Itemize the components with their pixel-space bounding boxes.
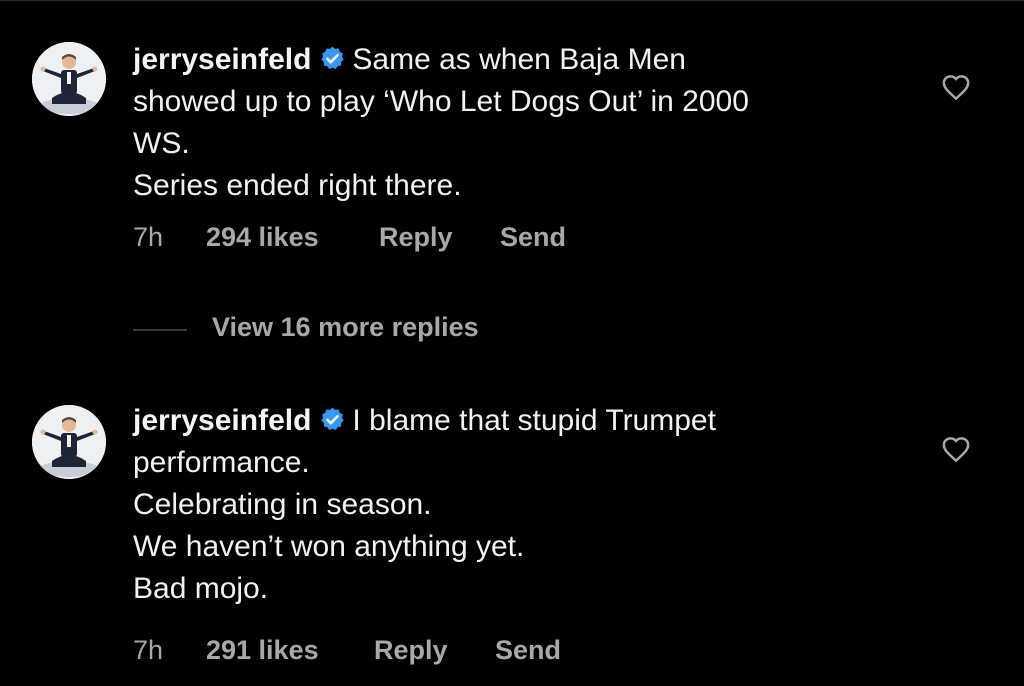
username[interactable]: jerryseinfeld (133, 404, 311, 437)
comment-text-line: I blame that stupid Trumpet (352, 404, 716, 437)
comment-text-line: WS. (133, 127, 190, 160)
comment-text-line: Same as when Baja Men (352, 43, 686, 76)
comment-text-line: We haven’t won anything yet. (133, 530, 525, 563)
likes-count[interactable]: 294 likes (206, 222, 319, 253)
avatar[interactable] (32, 405, 106, 479)
comment-body: jerryseinfeld I blame that stupid Trumpet… (133, 400, 903, 610)
timestamp: 7h (133, 635, 164, 665)
heart-outline-icon[interactable] (941, 73, 971, 101)
reply-button[interactable]: Reply (379, 222, 453, 253)
heart-outline-icon[interactable] (941, 435, 971, 463)
verified-badge-icon (319, 45, 346, 72)
comment-text-line: performance. (133, 446, 310, 479)
username[interactable]: jerryseinfeld (133, 43, 311, 76)
comment-body: jerryseinfeld Same as when Baja Men showe… (133, 39, 903, 207)
view-more-replies-label[interactable]: View 16 more replies (212, 312, 479, 343)
top-divider (0, 0, 1024, 1)
send-button[interactable]: Send (500, 222, 566, 253)
replies-divider (133, 329, 187, 331)
reply-button[interactable]: Reply (374, 635, 448, 666)
comment-text-line: Series ended right there. (133, 169, 462, 202)
comment-text-line: Celebrating in season. (133, 488, 432, 521)
comment-text-line: showed up to play ‘Who Let Dogs Out’ in … (133, 85, 749, 118)
comment-text-line: Bad mojo. (133, 572, 269, 605)
verified-badge-icon (319, 406, 346, 433)
send-button[interactable]: Send (495, 635, 561, 666)
timestamp: 7h (133, 222, 164, 252)
likes-count[interactable]: 291 likes (206, 635, 319, 666)
avatar[interactable] (32, 42, 106, 116)
